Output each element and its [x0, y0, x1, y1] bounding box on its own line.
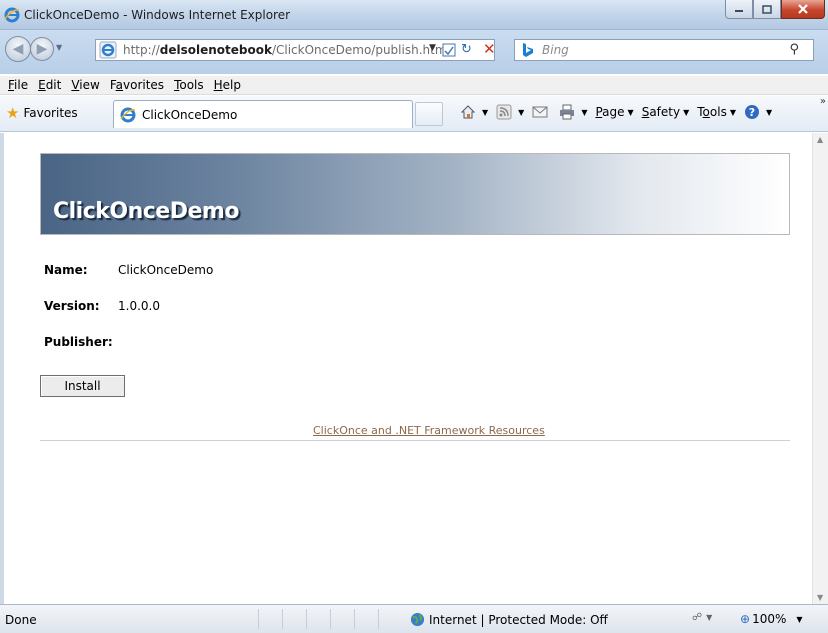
home-icon	[460, 105, 476, 119]
name-label: Name:	[44, 263, 88, 277]
scroll-up-icon[interactable]: ▲	[817, 135, 823, 144]
navigation-bar: ◀ ▶ ▼ http://delsolenotebook/ClickOnceDe…	[0, 30, 828, 74]
window-title: ClickOnceDemo - Windows Internet Explore…	[24, 8, 291, 22]
publisher-label: Publisher:	[44, 335, 113, 349]
safety-dropdown-icon: ▼	[683, 107, 690, 117]
print-icon	[560, 104, 575, 120]
vertical-scrollbar[interactable]: ▲ ▼	[812, 133, 828, 604]
page-title: ClickOnceDemo	[53, 199, 239, 224]
stop-icon[interactable]: ✕	[483, 40, 496, 58]
favorites-button[interactable]: ★ Favorites	[6, 104, 78, 122]
feeds-icon	[496, 104, 512, 120]
menu-tools[interactable]: Tools	[174, 78, 204, 92]
minimize-icon	[735, 10, 743, 12]
tools-menu[interactable]: Tools ▼	[697, 105, 736, 119]
security-zone[interactable]: Internet | Protected Mode: Off	[410, 612, 608, 627]
page-menu-label: Page	[595, 105, 625, 119]
protected-mode-button[interactable]: ☍ ▼	[692, 612, 712, 623]
ie-icon	[120, 107, 136, 122]
print-button[interactable]: ▼	[559, 104, 587, 120]
minimize-button[interactable]	[725, 0, 753, 19]
close-button[interactable]	[781, 0, 825, 19]
favorites-bar: ★ Favorites ClickOnceDemo ▼ ▼ ▼ Page ▼ S…	[0, 96, 828, 132]
safety-menu[interactable]: Safety ▼	[642, 105, 690, 119]
tools-dropdown-icon: ▼	[729, 107, 736, 117]
forward-button[interactable]: ▶	[30, 37, 54, 61]
zoom-icon: ⊕	[740, 612, 751, 626]
new-tab-button[interactable]	[415, 102, 443, 126]
menu-edit[interactable]: Edit	[38, 78, 61, 92]
help-icon: ?	[744, 105, 759, 119]
search-icon[interactable]: ⚲	[789, 42, 799, 57]
ie-icon	[4, 7, 20, 23]
help-button[interactable]: ? ▼	[744, 104, 772, 120]
back-icon: ◀	[12, 41, 24, 57]
menu-favorites[interactable]: Favorites	[110, 78, 164, 92]
status-bar: Done Internet | Protected Mode: Off ☍ ▼ …	[0, 604, 828, 633]
mail-button[interactable]	[532, 104, 551, 120]
url-path: /ClickOnceDemo/publish.htm	[271, 43, 447, 57]
url-text: http://delsolenotebook/ClickOnceDemo/pub…	[123, 43, 447, 57]
version-label: Version:	[44, 299, 100, 313]
status-panes	[258, 609, 402, 629]
page-menu[interactable]: Page ▼	[595, 105, 633, 119]
feeds-dropdown-icon: ▼	[518, 107, 525, 117]
resources-link[interactable]: ClickOnce and .NET Framework Resources	[313, 424, 545, 437]
safety-menu-label: Safety	[641, 105, 681, 119]
favorites-label: Favorites	[23, 106, 78, 120]
protected-mode-icon: ☍	[692, 612, 703, 623]
security-zone-text: Internet | Protected Mode: Off	[429, 612, 608, 627]
search-placeholder: Bing	[542, 43, 569, 57]
forward-icon: ▶	[36, 41, 48, 57]
tab-title: ClickOnceDemo	[142, 107, 238, 122]
protected-mode-dropdown-icon: ▼	[706, 613, 713, 622]
version-value: 1.0.0.0	[118, 299, 160, 313]
recent-pages-dropdown[interactable]: ▼	[56, 43, 62, 52]
name-value: ClickOnceDemo	[118, 263, 214, 277]
print-dropdown-icon: ▼	[581, 107, 588, 117]
refresh-icon[interactable]: ↻	[461, 42, 472, 57]
tab-clickoncedemo[interactable]: ClickOnceDemo	[113, 100, 413, 128]
page-banner: ClickOnceDemo	[40, 153, 790, 235]
menu-file[interactable]: File	[8, 78, 28, 92]
svg-text:?: ?	[749, 106, 755, 119]
menu-view[interactable]: View	[71, 78, 99, 92]
install-button[interactable]: Install	[40, 375, 125, 397]
zoom-control[interactable]: ⊕ 100% ▼	[740, 612, 803, 626]
help-dropdown-icon: ▼	[765, 107, 773, 117]
close-icon	[798, 4, 808, 14]
command-bar: ▼ ▼ ▼ Page ▼ Safety ▼ Tools ▼ ? ▼	[460, 104, 780, 120]
mail-icon	[532, 106, 548, 118]
search-box[interactable]: Bing ⚲	[514, 39, 814, 61]
page-content: ClickOnceDemo Name: ClickOnceDemo Versio…	[4, 133, 812, 604]
page-dropdown-icon: ▼	[627, 107, 634, 117]
overflow-chevron-icon[interactable]: »	[820, 96, 826, 107]
window-controls	[725, 0, 825, 20]
divider	[40, 440, 790, 441]
zoom-level: 100%	[752, 612, 787, 626]
zoom-dropdown-icon: ▼	[796, 614, 803, 624]
address-bar[interactable]: http://delsolenotebook/ClickOnceDemo/pub…	[95, 39, 496, 61]
url-host: delsolenotebook	[159, 43, 272, 57]
maximize-icon	[762, 4, 772, 14]
home-dropdown-icon: ▼	[482, 107, 489, 117]
tools-menu-label: Tools	[697, 105, 727, 119]
maximize-button[interactable]	[753, 0, 781, 19]
home-button[interactable]: ▼	[460, 104, 488, 120]
title-bar: ClickOnceDemo - Windows Internet Explore…	[0, 0, 828, 30]
favorites-star-icon: ★	[6, 104, 20, 122]
back-button[interactable]: ◀	[5, 36, 31, 62]
url-prefix: http://	[123, 43, 160, 57]
scroll-down-icon[interactable]: ▼	[817, 593, 823, 602]
address-dropdown-icon[interactable]: ▼	[429, 43, 436, 53]
menu-bar: File Edit View Favorites Tools Help	[0, 76, 828, 95]
compat-view-icon[interactable]	[441, 42, 457, 58]
bing-icon	[523, 43, 533, 57]
feeds-button[interactable]: ▼	[496, 104, 524, 120]
status-text: Done	[5, 613, 37, 627]
ie-page-icon	[99, 41, 117, 59]
globe-icon	[410, 612, 425, 627]
menu-help[interactable]: Help	[214, 78, 241, 92]
